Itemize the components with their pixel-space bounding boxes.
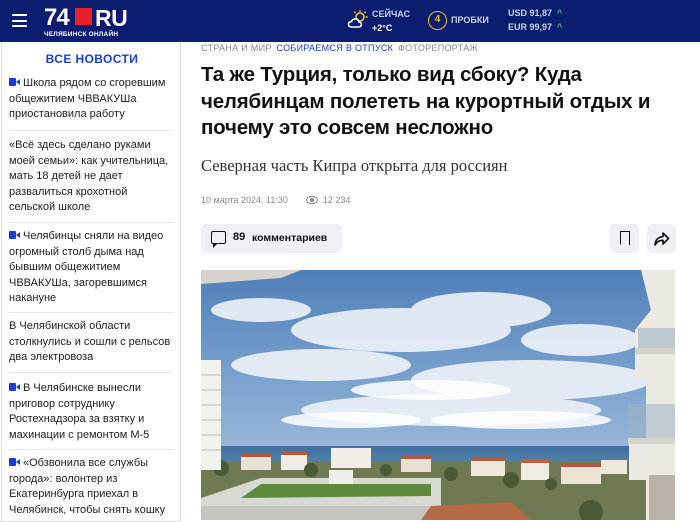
news-item[interactable]: Челябинцы сняли на видео огромный столб … [9, 229, 173, 307]
divider [9, 372, 173, 373]
comment-icon [211, 231, 226, 248]
breadcrumb-rubric[interactable]: СТРАНА И МИР [201, 43, 272, 53]
bookmark-icon [619, 231, 630, 246]
partly-cloudy-icon [347, 10, 368, 28]
video-icon [9, 458, 20, 466]
weather-label: СЕЙЧАС [372, 9, 411, 19]
divider [9, 130, 173, 131]
share-button[interactable] [647, 224, 676, 253]
comments-count: 89 [233, 231, 246, 243]
site-logo[interactable]: 74 RU ЧЕЛЯБИНСК ОНЛАЙН [44, 5, 144, 39]
video-icon [9, 231, 20, 239]
weather-widget[interactable]: СЕЙЧАС +2°C [347, 8, 427, 36]
breadcrumb-format[interactable]: ФОТОРЕПОРТАЖ [398, 43, 478, 53]
news-item[interactable]: Школа рядом со сгоревшим общежитием ЧВВА… [9, 76, 173, 123]
sidebar-title[interactable]: ВСЕ НОВОСТИ [2, 52, 182, 66]
article-title: Та же Турция, только вид сбоку? Куда чел… [201, 63, 651, 139]
balcony-sea-view-image [201, 270, 675, 520]
traffic-label: ПРОБКИ [451, 15, 489, 25]
comments-label: комментариев [252, 232, 328, 244]
breadcrumb-tag[interactable]: СОБИРАЕМСЯ В ОТПУСК [276, 43, 393, 53]
currency-rates[interactable]: USD 91,87 ^ EUR 99,97 ^ [508, 8, 588, 36]
logo-square [75, 8, 92, 25]
rate-up-icon: ^ [557, 22, 563, 32]
news-item[interactable]: «Всё здесь сделано руками моей семьи»: к… [9, 138, 173, 216]
traffic-level-badge: 4 [428, 11, 447, 30]
menu-icon[interactable] [12, 14, 27, 27]
article-photo[interactable] [201, 270, 675, 520]
views-count: 12 234 [322, 195, 351, 205]
divider [9, 222, 173, 223]
usd-rate: USD 91,87 ^ [508, 8, 563, 18]
share-icon [654, 232, 670, 246]
divider [9, 312, 173, 313]
comments-button[interactable]: 89 комментариев [201, 224, 342, 253]
logo-subtitle: ЧЕЛЯБИНСК ОНЛАЙН [44, 31, 119, 38]
eye-icon [305, 196, 318, 204]
publish-date: 10 марта 2024, 11:30 [201, 195, 288, 205]
breadcrumb: СТРАНА И МИР СОБИРАЕМСЯ В ОТПУСК ФОТОРЕП… [201, 43, 478, 53]
news-item[interactable]: В Челябинской области столкнулись и сошл… [9, 319, 173, 366]
weather-temperature: +2°C [372, 23, 393, 33]
video-icon [9, 383, 20, 391]
rate-up-icon: ^ [557, 8, 563, 18]
site-header: 74 RU ЧЕЛЯБИНСК ОНЛАЙН СЕЙЧАС +2°C 4 ПРО… [0, 0, 700, 42]
video-icon [9, 78, 20, 86]
divider [9, 449, 173, 450]
article-meta: 10 марта 2024, 11:30 12 234 [201, 195, 350, 205]
logo-number: 74 [44, 4, 70, 31]
bookmark-button[interactable] [610, 224, 639, 253]
article-subtitle: Северная часть Кипра открыта для россиян [201, 156, 508, 175]
logo-domain: RU [95, 5, 128, 31]
news-item[interactable]: В Челябинске вынесли приговор сотруднику… [9, 381, 173, 443]
eur-rate: EUR 99,97 ^ [508, 22, 563, 32]
news-item[interactable]: «Обзвонила все службы города»: волонтер … [9, 456, 173, 518]
